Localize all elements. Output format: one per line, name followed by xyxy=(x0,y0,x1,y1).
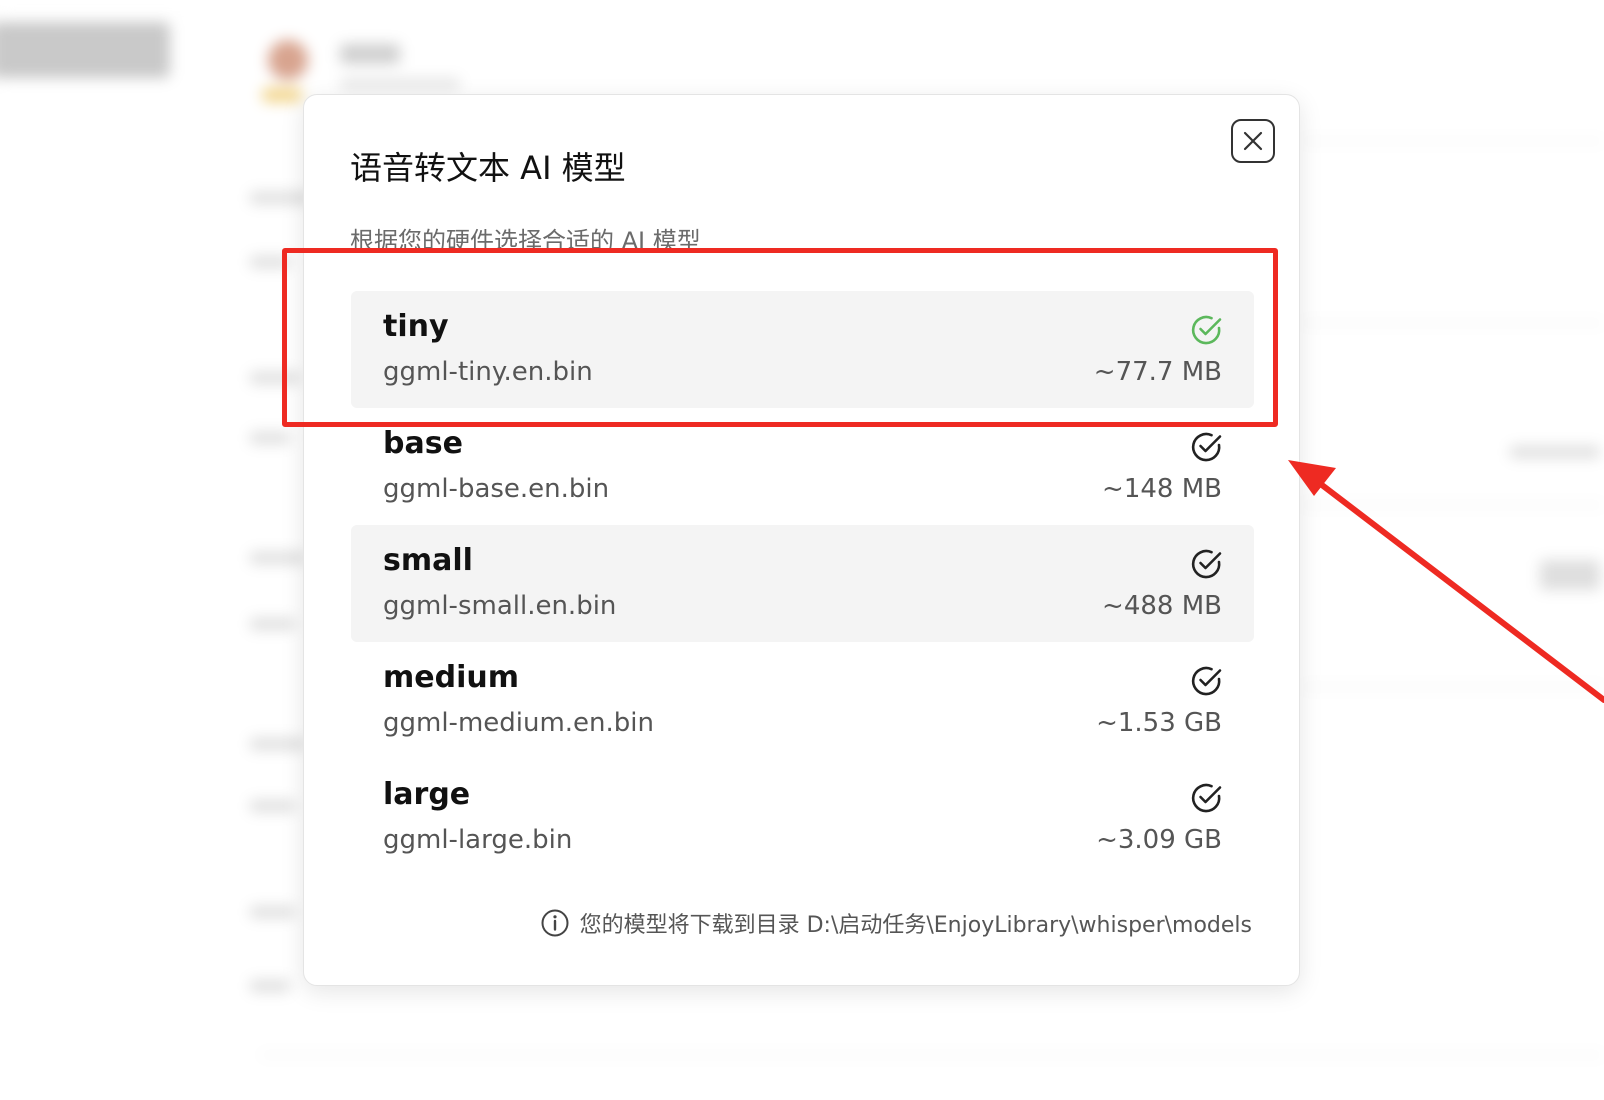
model-size: ~488 MB xyxy=(1102,591,1222,621)
model-name: medium xyxy=(383,660,519,695)
check-circle-icon xyxy=(1191,783,1222,813)
model-file: ggml-tiny.en.bin xyxy=(383,357,593,387)
model-item-small[interactable]: small ggml-small.en.bin ~488 MB xyxy=(351,525,1254,642)
close-icon xyxy=(1243,131,1263,151)
background-text xyxy=(250,738,305,750)
background-text xyxy=(250,192,310,204)
model-file: ggml-large.bin xyxy=(383,825,573,855)
model-list: tiny ggml-tiny.en.bin ~77.7 MB base ggml… xyxy=(351,291,1254,876)
dialog-title: 语音转文本 AI 模型 xyxy=(350,149,626,187)
model-item-tiny[interactable]: tiny ggml-tiny.en.bin ~77.7 MB xyxy=(351,291,1254,408)
background-divider xyxy=(1300,504,1604,506)
model-name: tiny xyxy=(383,309,449,344)
model-item-large[interactable]: large ggml-large.bin ~3.09 GB xyxy=(351,759,1254,876)
background-divider xyxy=(1300,322,1604,324)
background-title xyxy=(340,44,400,64)
background-text xyxy=(250,618,295,630)
background-text xyxy=(1510,446,1600,458)
model-size: ~148 MB xyxy=(1102,474,1222,504)
model-size: ~1.53 GB xyxy=(1096,708,1222,738)
model-file: ggml-medium.en.bin xyxy=(383,708,655,738)
dialog-subtitle: 根据您的硬件选择合适的 AI 模型 xyxy=(350,227,701,255)
background-text xyxy=(250,906,295,918)
model-item-base[interactable]: base ggml-base.en.bin ~148 MB xyxy=(351,408,1254,525)
model-item-medium[interactable]: medium ggml-medium.en.bin ~1.53 GB xyxy=(351,642,1254,759)
check-circle-icon xyxy=(1191,432,1222,462)
model-size: ~77.7 MB xyxy=(1093,357,1222,387)
model-file: ggml-base.en.bin xyxy=(383,474,610,504)
info-icon xyxy=(541,909,569,937)
background-avatar xyxy=(268,40,308,80)
model-name: base xyxy=(383,426,463,461)
background-divider xyxy=(1300,686,1604,688)
background-text xyxy=(250,980,290,992)
background-rating xyxy=(262,88,302,102)
background-subtitle xyxy=(340,78,460,90)
model-file: ggml-small.en.bin xyxy=(383,591,617,621)
model-name: large xyxy=(383,777,471,812)
background-text xyxy=(250,372,300,384)
background-divider xyxy=(1300,140,1604,142)
close-button[interactable] xyxy=(1231,119,1275,163)
download-location-note: 您的模型将下载到目录 D:\启动任务\EnjoyLibrary\whisper\… xyxy=(540,907,1252,939)
background-text xyxy=(250,552,305,564)
background-sidebar-item xyxy=(0,22,170,78)
check-circle-icon xyxy=(1191,315,1222,345)
download-location-text: 您的模型将下载到目录 D:\启动任务\EnjoyLibrary\whisper\… xyxy=(579,913,1252,938)
model-size: ~3.09 GB xyxy=(1096,825,1222,855)
model-selection-dialog: 语音转文本 AI 模型 根据您的硬件选择合适的 AI 模型 tiny ggml-… xyxy=(303,94,1300,986)
check-circle-icon xyxy=(1191,549,1222,579)
background-divider xyxy=(260,1054,1604,1056)
background-text xyxy=(250,432,290,444)
model-name: small xyxy=(383,543,473,578)
background-control xyxy=(1540,560,1600,590)
background-text xyxy=(250,256,290,268)
background-text xyxy=(250,800,295,812)
check-circle-icon xyxy=(1191,666,1222,696)
